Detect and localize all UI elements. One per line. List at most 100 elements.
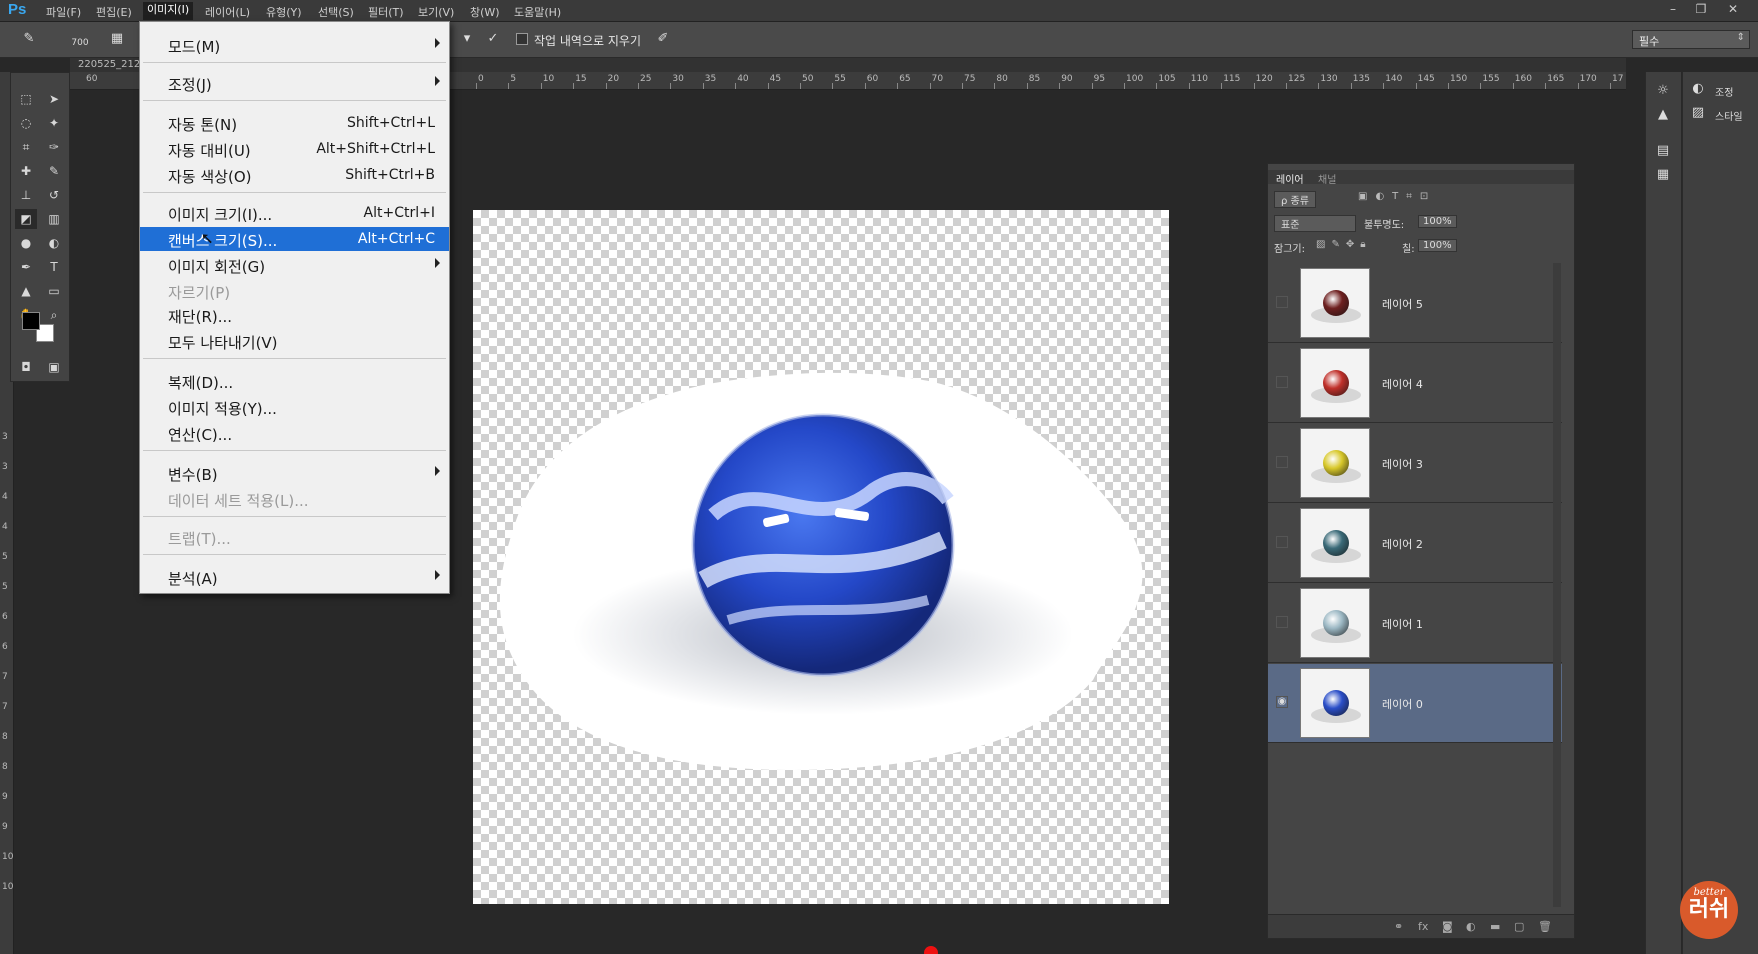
menu-edit[interactable]: 편집(E)	[96, 4, 132, 20]
image-menu-item[interactable]: 자동 색상(O) Shift+Ctrl+B	[140, 163, 449, 187]
dodge-tool-icon[interactable]: ◐	[43, 233, 65, 253]
image-menu-item[interactable]: 분석(A)	[140, 565, 449, 589]
menu-image[interactable]: 이미지(I)	[143, 2, 194, 20]
menu-layer[interactable]: 레이어(L)	[205, 4, 250, 20]
notes-icon[interactable]: ▦	[1654, 166, 1672, 184]
airbrush-icon[interactable]: ✓	[484, 30, 502, 48]
layer-name[interactable]: 레이어 0	[1382, 696, 1423, 712]
image-menu-item[interactable]: 조정(J)	[140, 71, 449, 95]
adjustment-layer-icon[interactable]: ◐	[1466, 920, 1476, 933]
layer-name[interactable]: 레이어 4	[1382, 376, 1423, 392]
menu-window[interactable]: 창(W)	[470, 4, 500, 20]
blend-mode-select[interactable]: 표준	[1274, 215, 1356, 232]
link-layers-icon[interactable]: ⚭	[1394, 920, 1403, 933]
move-tool-icon[interactable]: ➤	[43, 89, 65, 109]
screen-mode-icon[interactable]: ▣	[43, 357, 65, 377]
image-menu-item[interactable]: 자동 톤(N) Shift+Ctrl+L	[140, 111, 449, 135]
image-menu-item[interactable]: 연산(C)...	[140, 421, 449, 445]
restore-button[interactable]: ❐	[1686, 0, 1716, 20]
type-tool-icon[interactable]: T	[43, 257, 65, 277]
layers-scrollbar[interactable]	[1553, 263, 1561, 907]
adjustments-label[interactable]: 조정	[1715, 84, 1733, 99]
adjustments-icon[interactable]: ◐	[1689, 80, 1707, 98]
close-button[interactable]: ✕	[1718, 0, 1748, 20]
layer-filter-icons[interactable]: ▣◐T⌗⊡	[1358, 191, 1436, 202]
image-menu-item[interactable]: 모두 나타내기(V)	[140, 329, 449, 353]
image-menu-item[interactable]: 캔버스 크기(S)... Alt+Ctrl+C	[140, 227, 449, 251]
layer-row[interactable]: 레이어 4	[1268, 344, 1562, 423]
layer-row[interactable]: ◉ 레이어 0	[1268, 664, 1562, 743]
eraser-tool-icon[interactable]: ◩	[15, 209, 37, 229]
marquee-tool-icon[interactable]: ⬚	[15, 89, 37, 109]
visibility-toggle[interactable]	[1276, 536, 1288, 548]
dropdown-arrow-icon[interactable]: ▾	[458, 30, 476, 48]
layer-name[interactable]: 레이어 1	[1382, 616, 1423, 632]
workspace-select[interactable]: 필수	[1632, 30, 1750, 49]
brush-panel-icon[interactable]: ▦	[108, 30, 126, 48]
layer-row[interactable]: 레이어 3	[1268, 424, 1562, 503]
brush-size-preset[interactable]: 700	[68, 30, 92, 48]
tab-layers[interactable]: 레이어	[1276, 171, 1304, 186]
menu-view[interactable]: 보기(V)	[418, 4, 454, 20]
visibility-toggle[interactable]	[1276, 376, 1288, 388]
image-menu-item[interactable]: 자동 대비(U) Alt+Shift+Ctrl+L	[140, 137, 449, 161]
brightness-icon[interactable]: ☼	[1654, 82, 1672, 100]
image-menu-item[interactable]: 이미지 회전(G)	[140, 253, 449, 277]
quick-mask-icon[interactable]: ◘	[15, 357, 37, 377]
image-menu-item[interactable]: 모드(M)	[140, 33, 449, 57]
layer-row[interactable]: 레이어 5	[1268, 264, 1562, 343]
brush-tool-icon[interactable]: ✎	[43, 161, 65, 181]
eyedropper-tool-icon[interactable]: ✑	[43, 137, 65, 157]
image-menu-item[interactable]: 변수(B)	[140, 461, 449, 485]
image-menu-item[interactable]: 재단(R)...	[140, 303, 449, 327]
pen-tool-icon[interactable]: ✒	[15, 257, 37, 277]
eye-icon[interactable]: ◉	[1276, 696, 1288, 708]
delete-layer-icon[interactable]: 🗑︎	[1538, 920, 1552, 933]
layer-style-icon[interactable]: fx	[1418, 920, 1428, 933]
layer-row[interactable]: 레이어 1	[1268, 584, 1562, 663]
menu-select[interactable]: 선택(S)	[318, 4, 354, 20]
magic-wand-tool-icon[interactable]: ✦	[43, 113, 65, 133]
layer-name[interactable]: 레이어 3	[1382, 456, 1423, 472]
opacity-value[interactable]: 100%	[1418, 215, 1457, 228]
crop-tool-icon[interactable]: ⌗	[15, 137, 37, 157]
document-canvas[interactable]	[473, 210, 1169, 904]
new-layer-icon[interactable]: ▢	[1514, 920, 1524, 933]
menu-type[interactable]: 유형(Y)	[266, 4, 302, 20]
minimize-button[interactable]: –	[1658, 0, 1688, 20]
image-menu-item[interactable]: 이미지 크기(I)... Alt+Ctrl+I	[140, 201, 449, 225]
layer-name[interactable]: 레이어 2	[1382, 536, 1423, 552]
layer-row[interactable]: 레이어 2	[1268, 504, 1562, 583]
lasso-tool-icon[interactable]: ◌	[15, 113, 37, 133]
layer-name[interactable]: 레이어 5	[1382, 296, 1423, 312]
healing-brush-tool-icon[interactable]: ✚	[15, 161, 37, 181]
zoom-tool-icon[interactable]: ⌕	[43, 305, 65, 325]
histogram-icon[interactable]: ▲	[1654, 106, 1672, 124]
eraser-tool-icon[interactable]: ✎	[20, 30, 38, 48]
lock-icons[interactable]: ▨✎✥🔒︎	[1316, 239, 1372, 250]
layer-filter-kind[interactable]: ρ 종류	[1274, 191, 1316, 208]
menu-help[interactable]: 도움말(H)	[514, 4, 561, 20]
menu-filter[interactable]: 필터(T)	[368, 4, 404, 20]
menu-file[interactable]: 파일(F)	[46, 4, 81, 20]
styles-icon[interactable]: ▨	[1689, 104, 1707, 122]
document-tab[interactable]: 220525_212	[78, 59, 140, 70]
visibility-toggle[interactable]	[1276, 616, 1288, 628]
image-menu-item[interactable]: 이미지 적용(Y)...	[140, 395, 449, 419]
properties-icon[interactable]: ▤	[1654, 142, 1672, 160]
visibility-toggle[interactable]	[1276, 456, 1288, 468]
image-menu-item[interactable]: 복제(D)...	[140, 369, 449, 393]
visibility-toggle[interactable]	[1276, 296, 1288, 308]
fill-value[interactable]: 100%	[1418, 239, 1457, 252]
new-group-icon[interactable]: ▬	[1490, 920, 1500, 933]
shape-tool-icon[interactable]: ▭	[43, 281, 65, 301]
pressure-icon[interactable]: ✐	[654, 30, 672, 48]
foreground-color-swatch[interactable]	[22, 312, 40, 330]
erase-to-history-checkbox[interactable]	[516, 33, 528, 45]
gradient-tool-icon[interactable]: ▥	[43, 209, 65, 229]
tab-channels[interactable]: 채널	[1318, 171, 1336, 186]
blur-tool-icon[interactable]: ●	[15, 233, 37, 253]
layer-mask-icon[interactable]: ◙	[1442, 920, 1453, 933]
clone-stamp-tool-icon[interactable]: ⊥	[15, 185, 37, 205]
history-brush-tool-icon[interactable]: ↺	[43, 185, 65, 205]
